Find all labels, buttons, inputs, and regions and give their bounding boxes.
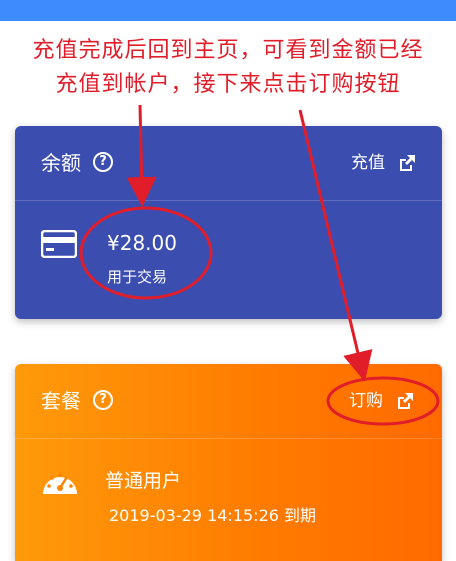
annotation-arrow (126, 104, 157, 207)
annotation-arrow (298, 109, 373, 382)
annotation-ellipse-subscribe (326, 376, 440, 426)
annotation-overlay (79, 104, 440, 426)
annotation-ellipse-balance (79, 206, 213, 300)
